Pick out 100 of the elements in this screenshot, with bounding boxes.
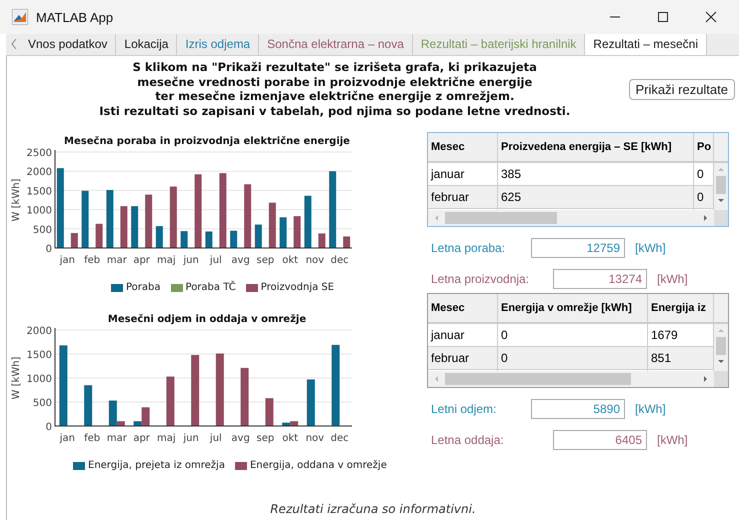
vertical-scrollbar[interactable] [714,163,728,210]
field-label: Letni odjem: [431,402,498,416]
value-field[interactable]: 12759 [531,238,625,258]
axis-tick-label: jun [183,255,199,266]
column-header: Mesec [428,294,498,322]
vertical-scrollbar[interactable] [714,324,728,371]
axis-tick-label: dec [330,255,349,266]
unit-label: [kWh] [635,241,666,255]
table-cell: 0 [498,347,648,369]
app-icon [12,9,28,25]
axis-tick-label: maj [157,433,176,444]
axis-tick-label: apr [133,255,150,266]
tab[interactable]: Izris odjema [177,34,260,55]
legend-label: Energija, oddana v omrežje [250,460,387,471]
axis-tick-label: 2000 [26,326,52,337]
tab[interactable]: Rezultati – mesečni [585,34,707,55]
tab[interactable]: Sončna elektrarna – nova [259,34,413,55]
axis-tick-label: jan [60,433,75,444]
legend-label: Proizvodnja SE [260,282,334,293]
show-results-button[interactable]: Prikaži rezultate [628,79,735,100]
axis-tick-label: jul [210,433,222,444]
column-header: Mesec [428,133,498,161]
scroll-up-icon[interactable] [717,328,725,333]
axis-tick-label: 1000 [26,374,52,385]
scroll-left-icon[interactable] [434,375,439,383]
scroll-down-icon[interactable] [717,198,725,203]
axis-tick-label: okt [282,433,298,444]
axis-tick-label: feb [84,433,100,444]
column-header: Energija iz [648,294,714,322]
maximize-icon[interactable] [657,11,669,23]
unit-label: [kWh] [657,433,688,447]
legend-label: Poraba TČ [186,282,236,293]
close-icon[interactable] [705,11,717,23]
column-header: Proizvedena energija – SE [kWh] [498,133,694,161]
chevron-left-icon[interactable] [10,38,18,50]
value-field[interactable]: 6405 [553,430,647,450]
axis-tick-label: okt [282,255,298,266]
axis-tick-label: mar [106,255,127,266]
tab[interactable]: Vnos podatkov [20,34,116,55]
axis-tick-label: jan [60,255,75,266]
scroll-down-icon[interactable] [717,359,725,364]
column-header: Po [694,133,714,161]
axis-tick-label: 500 [32,398,52,409]
axis-tick-label: maj [157,255,176,266]
axis-tick-label: sep [256,255,274,266]
tab[interactable]: Lokacija [116,34,178,55]
axis-tick-label: nov [306,433,324,444]
axis-tick-label: 1500 [26,186,52,198]
scroll-left-icon[interactable] [434,214,439,222]
axis-tick-label: 2500 [26,148,52,159]
chart-title: Mesečna poraba in proizvodnja električne energije [64,136,350,147]
scrollbar-corner [714,210,728,226]
axis-tick-label: avg [231,255,250,266]
field-label: Letna poraba: [431,241,506,255]
legend-label: Poraba [126,282,161,293]
instruction-text: S klikom na "Prikaži rezultate" se izrišeta grafa, ki prikazujeta [132,60,538,74]
footer-note: Rezultati izračuna so informativni. [269,502,477,518]
axis-tick-label: feb [84,255,100,266]
axis-label: W [kWh] [11,178,22,222]
axis-label: W [kWh] [11,356,22,400]
table-cell: januar [428,163,498,185]
scroll-right-icon[interactable] [703,214,708,222]
scroll-up-icon[interactable] [717,167,725,172]
table-cell: 385 [498,163,694,185]
horizontal-scrollbar[interactable] [428,210,714,226]
axis-tick-label: sep [256,433,274,444]
axis-tick-label: 0 [46,244,52,255]
axis-tick-label: 2000 [26,167,52,178]
table-cell: 625 [498,186,694,208]
table-cell: 0 [498,324,648,346]
axis-tick-label: mar [106,433,127,444]
axis-tick-label: 500 [32,224,52,236]
table-cell: februar [428,186,498,208]
horizontal-scrollbar[interactable] [428,371,714,387]
chart-title: Mesečni odjem in oddaja v omrežje [108,314,306,325]
axis-tick-label: 1500 [26,350,52,361]
axis-tick-label: 1000 [26,206,52,217]
table-cell: februar [428,347,498,369]
legend-label: Energija, prejeta iz omrežja [88,460,225,471]
value-field[interactable]: 5890 [531,399,625,419]
instruction-text: mesečne vrednosti porabe in proizvodnje električne energije [136,74,534,89]
field-label: Letna oddaja: [431,433,505,447]
axis-tick-label: apr [133,433,150,444]
axis-tick-label: avg [231,433,250,444]
field-label: Letna proizvodnja: [431,272,530,286]
axis-tick-label: jun [183,433,199,444]
axis-tick-label: jul [210,255,222,266]
unit-label: [kWh] [657,272,688,286]
value-field[interactable]: 13274 [553,269,647,289]
axis-tick-label: nov [306,255,324,266]
window-title: MATLAB App [36,10,114,24]
instruction-text: ter mesečne izmenjave električne energije z omrežjem. [154,89,516,104]
scroll-right-icon[interactable] [703,375,708,383]
table-cell: januar [428,324,498,346]
instruction-text: Isti rezultati so zapisani v tabelah, pod njima so podane letne vrednosti. [98,104,572,118]
scrollbar-corner [714,371,728,387]
column-header: Energija v omrežje [kWh] [498,294,648,322]
unit-label: [kWh] [635,402,666,416]
axis-tick-label: 0 [46,422,52,433]
axis-tick-label: dec [330,433,349,444]
